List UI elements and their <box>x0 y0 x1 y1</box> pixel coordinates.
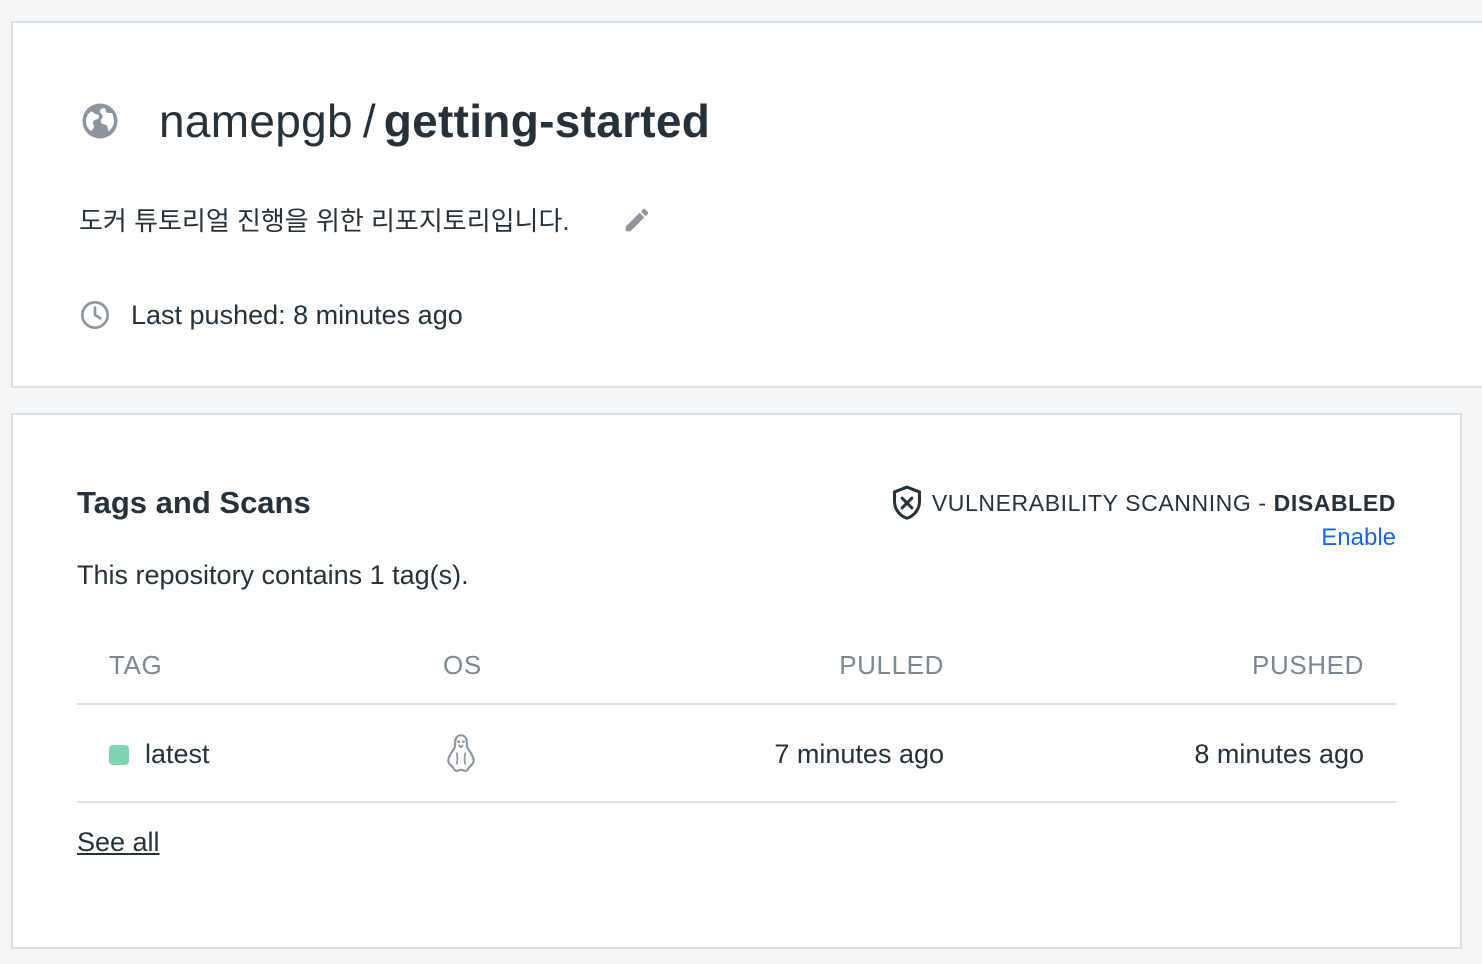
column-header-tag: TAG <box>109 650 163 680</box>
repository-separator: / <box>362 95 376 147</box>
table-row[interactable]: latest 7 minutes ago 8 minutes ago <box>77 705 1396 803</box>
repository-description: 도커 튜토리얼 진행을 위한 리포지토리입니다. <box>79 201 652 238</box>
tag-status-indicator <box>109 744 129 765</box>
tags-and-scans-card: Tags and Scans VULNERABILITY SCANNING - … <box>11 413 1462 949</box>
pushed-cell: 8 minutes ago <box>1194 739 1364 769</box>
see-all-link[interactable]: See all <box>77 827 160 858</box>
repository-namespace: namepgb <box>159 95 353 147</box>
shield-x-icon <box>892 485 921 520</box>
column-header-pushed: PUSHED <box>1252 650 1364 680</box>
globe-icon <box>82 103 118 139</box>
column-header-pulled: PULLED <box>839 650 944 680</box>
repository-title: namepgb / getting-started <box>79 93 710 149</box>
enable-scanning-link[interactable]: Enable <box>1321 524 1396 552</box>
clock-icon <box>81 301 109 329</box>
tag-count-text: This repository contains 1 tag(s). <box>77 560 469 590</box>
vulnerability-status-value: DISABLED <box>1273 489 1396 516</box>
table-header: TAG OS PULLED PUSHED <box>77 633 1396 705</box>
pulled-cell: 7 minutes ago <box>774 739 944 769</box>
last-pushed-text: Last pushed: 8 minutes ago <box>131 299 463 330</box>
column-header-os: OS <box>443 650 482 680</box>
tags-table: TAG OS PULLED PUSHED latest 7 minutes ag… <box>77 633 1396 803</box>
pencil-icon[interactable] <box>622 205 652 235</box>
tag-cell: latest <box>109 739 210 770</box>
vulnerability-scanning-status: VULNERABILITY SCANNING - DISABLED <box>890 485 1396 521</box>
description-text: 도커 튜토리얼 진행을 위한 리포지토리입니다. <box>79 206 570 236</box>
repository-header-card: namepgb / getting-started 도커 튜토리얼 진행을 위한… <box>11 21 1482 388</box>
tag-name-link[interactable]: latest <box>145 739 210 770</box>
tags-section-title: Tags and Scans <box>77 485 311 520</box>
os-cell <box>443 733 479 782</box>
last-pushed-info: Last pushed: 8 minutes ago <box>79 299 463 331</box>
vulnerability-label: VULNERABILITY SCANNING - <box>931 489 1274 516</box>
repository-name: getting-started <box>383 95 711 147</box>
linux-icon <box>447 734 475 772</box>
